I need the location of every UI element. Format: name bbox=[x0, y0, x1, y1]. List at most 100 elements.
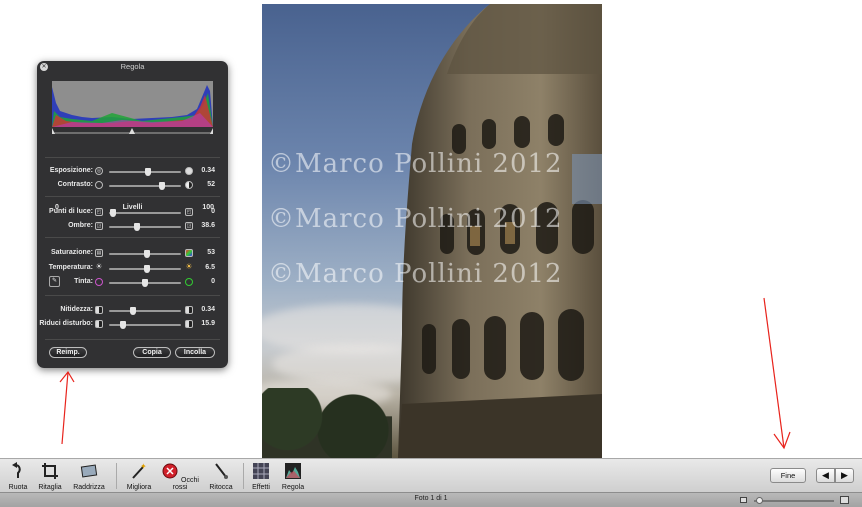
temperature-label: Temperatura: bbox=[48, 264, 93, 271]
edited-photo[interactable]: ©Marco Pollini 2012 ©Marco Pollini 2012 … bbox=[262, 4, 602, 458]
crop-icon bbox=[42, 463, 58, 479]
sharpness-low-icon bbox=[95, 306, 103, 314]
zoom-out-icon[interactable] bbox=[740, 497, 747, 503]
panel-titlebar[interactable]: ✕ Regola bbox=[37, 61, 228, 73]
tool-label: Migliora bbox=[126, 484, 152, 491]
retouch-button[interactable]: Ritocca bbox=[206, 462, 236, 491]
crop-button[interactable]: Ritaglia bbox=[34, 462, 66, 491]
slider-knob[interactable] bbox=[142, 279, 148, 287]
tool-label: Effetti bbox=[252, 484, 270, 491]
tool-label: Raddrizza bbox=[73, 484, 105, 491]
enhance-button[interactable]: ✦ Migliora bbox=[122, 462, 156, 491]
iphoto-edit-window: ©Marco Pollini 2012 ©Marco Pollini 2012 … bbox=[0, 0, 862, 507]
tool-label: Regola bbox=[281, 484, 305, 491]
trees bbox=[262, 388, 392, 458]
sharpness-value: 0.34 bbox=[201, 306, 215, 313]
status-bar: Foto 1 di 1 bbox=[0, 492, 862, 507]
slider-knob[interactable] bbox=[159, 182, 165, 190]
red-eye-icon bbox=[162, 463, 178, 479]
midpoint-handle bbox=[129, 128, 135, 134]
arrow-right-icon[interactable]: ▶ bbox=[835, 468, 854, 483]
red-eye-button[interactable]: Occhi rossi bbox=[160, 462, 200, 491]
annotation-arrow-up bbox=[59, 370, 75, 445]
highlights-slider[interactable] bbox=[109, 209, 181, 217]
highlights-label: Punti di luce: bbox=[49, 208, 93, 215]
slider-knob[interactable] bbox=[130, 307, 136, 315]
svg-text:✦: ✦ bbox=[140, 462, 147, 471]
contrast-low-icon bbox=[95, 181, 103, 189]
sharpness-row: Nitidezza: 0.34 bbox=[37, 304, 228, 316]
watermark-text: ©Marco Pollini 2012 bbox=[268, 204, 563, 234]
sharpness-slider[interactable] bbox=[109, 307, 181, 315]
saturation-low-icon: ▤ bbox=[95, 249, 103, 257]
adjust-button[interactable]: Regola bbox=[279, 462, 307, 491]
slider-knob[interactable] bbox=[144, 250, 150, 258]
rotate-button[interactable]: Ruota bbox=[4, 462, 32, 491]
zoom-knob[interactable] bbox=[756, 497, 763, 504]
highlights-value: 0 bbox=[211, 208, 215, 215]
magenta-tint-icon bbox=[95, 278, 103, 286]
retouch-brush-icon bbox=[215, 463, 228, 479]
noise-reduction-value: 15.9 bbox=[201, 320, 215, 327]
noise-reduction-label: Riduci disturbo: bbox=[39, 320, 93, 327]
cool-sun-icon: ☀ bbox=[95, 262, 103, 271]
exposure-row: Esposizione: ◎ 0.34 bbox=[37, 165, 228, 177]
tool-label: Ritocca bbox=[209, 484, 233, 491]
temperature-slider[interactable] bbox=[109, 265, 181, 273]
tint-row: ✎ Tinta: 0 bbox=[37, 276, 228, 288]
exposure-value: 0.34 bbox=[201, 167, 215, 174]
adjust-histogram-icon bbox=[285, 463, 301, 479]
edit-toolbar: Ruota Ritaglia Raddrizza ✦ Migliora Occh… bbox=[0, 458, 862, 492]
straighten-button[interactable]: Raddrizza bbox=[70, 462, 108, 491]
noise-low-icon bbox=[95, 320, 103, 328]
saturation-slider[interactable] bbox=[109, 250, 181, 258]
annotation-arrow-down bbox=[763, 297, 791, 450]
white-point-handle bbox=[210, 128, 213, 134]
tint-label: Tinta: bbox=[74, 278, 93, 285]
zoom-in-icon[interactable] bbox=[840, 496, 849, 504]
contrast-slider[interactable] bbox=[109, 182, 181, 190]
watermark-text: ©Marco Pollini 2012 bbox=[268, 149, 563, 179]
contrast-label: Contrasto: bbox=[57, 181, 93, 188]
saturation-row: Saturazione: ▤ 53 bbox=[37, 247, 228, 259]
exposure-slider[interactable] bbox=[109, 168, 181, 176]
tool-label: Ruota bbox=[8, 484, 28, 491]
photo-count: Foto 1 di 1 bbox=[414, 495, 448, 502]
shadows-label: Ombre: bbox=[68, 222, 93, 229]
tool-label: Ritaglia bbox=[38, 484, 62, 491]
straighten-icon bbox=[80, 464, 98, 478]
sharpness-label: Nitidezza: bbox=[60, 306, 93, 313]
temperature-value: 6.5 bbox=[205, 264, 215, 271]
highlights-low-icon: ◰ bbox=[95, 208, 103, 216]
exposure-label: Esposizione: bbox=[49, 167, 93, 174]
tint-value: 0 bbox=[211, 278, 215, 285]
panel-title: Regola bbox=[120, 62, 145, 71]
contrast-value: 52 bbox=[207, 181, 215, 188]
slider-knob[interactable] bbox=[120, 321, 126, 329]
adjust-panel: ✕ Regola 0 Livelli 100 Esposizione: ◎ 0.… bbox=[37, 61, 228, 368]
contrast-row: Contrasto: 52 bbox=[37, 179, 228, 191]
tint-slider[interactable] bbox=[109, 279, 181, 287]
noise-reduction-slider[interactable] bbox=[109, 321, 181, 329]
slider-knob[interactable] bbox=[144, 265, 150, 273]
zoom-slider[interactable] bbox=[754, 497, 834, 504]
slider-knob[interactable] bbox=[134, 223, 140, 231]
effects-button[interactable]: Effetti bbox=[248, 462, 274, 491]
watermark-text: ©Marco Pollini 2012 bbox=[268, 259, 563, 289]
shadows-row: Ombre: ◲ ◲ 38.6 bbox=[37, 220, 228, 232]
shadows-low-icon: ◲ bbox=[95, 222, 103, 230]
close-icon[interactable]: ✕ bbox=[40, 63, 48, 71]
copy-button[interactable]: Copia bbox=[133, 347, 171, 358]
saturation-label: Saturazione: bbox=[50, 249, 93, 256]
noise-reduction-row: Riduci disturbo: 15.9 bbox=[37, 318, 228, 330]
temperature-row: Temperatura: ☀ ☀ 6.5 bbox=[37, 262, 228, 274]
shadows-slider[interactable] bbox=[109, 223, 181, 231]
reset-button[interactable]: Reimp. bbox=[49, 347, 87, 358]
black-point-handle bbox=[52, 128, 55, 134]
paste-button[interactable]: Incolla bbox=[175, 347, 215, 358]
eyedropper-icon[interactable]: ✎ bbox=[49, 276, 60, 287]
done-button[interactable]: Fine bbox=[770, 468, 806, 483]
arrow-left-icon[interactable]: ◀ bbox=[816, 468, 835, 483]
slider-knob[interactable] bbox=[145, 168, 151, 176]
slider-knob[interactable] bbox=[110, 209, 116, 217]
